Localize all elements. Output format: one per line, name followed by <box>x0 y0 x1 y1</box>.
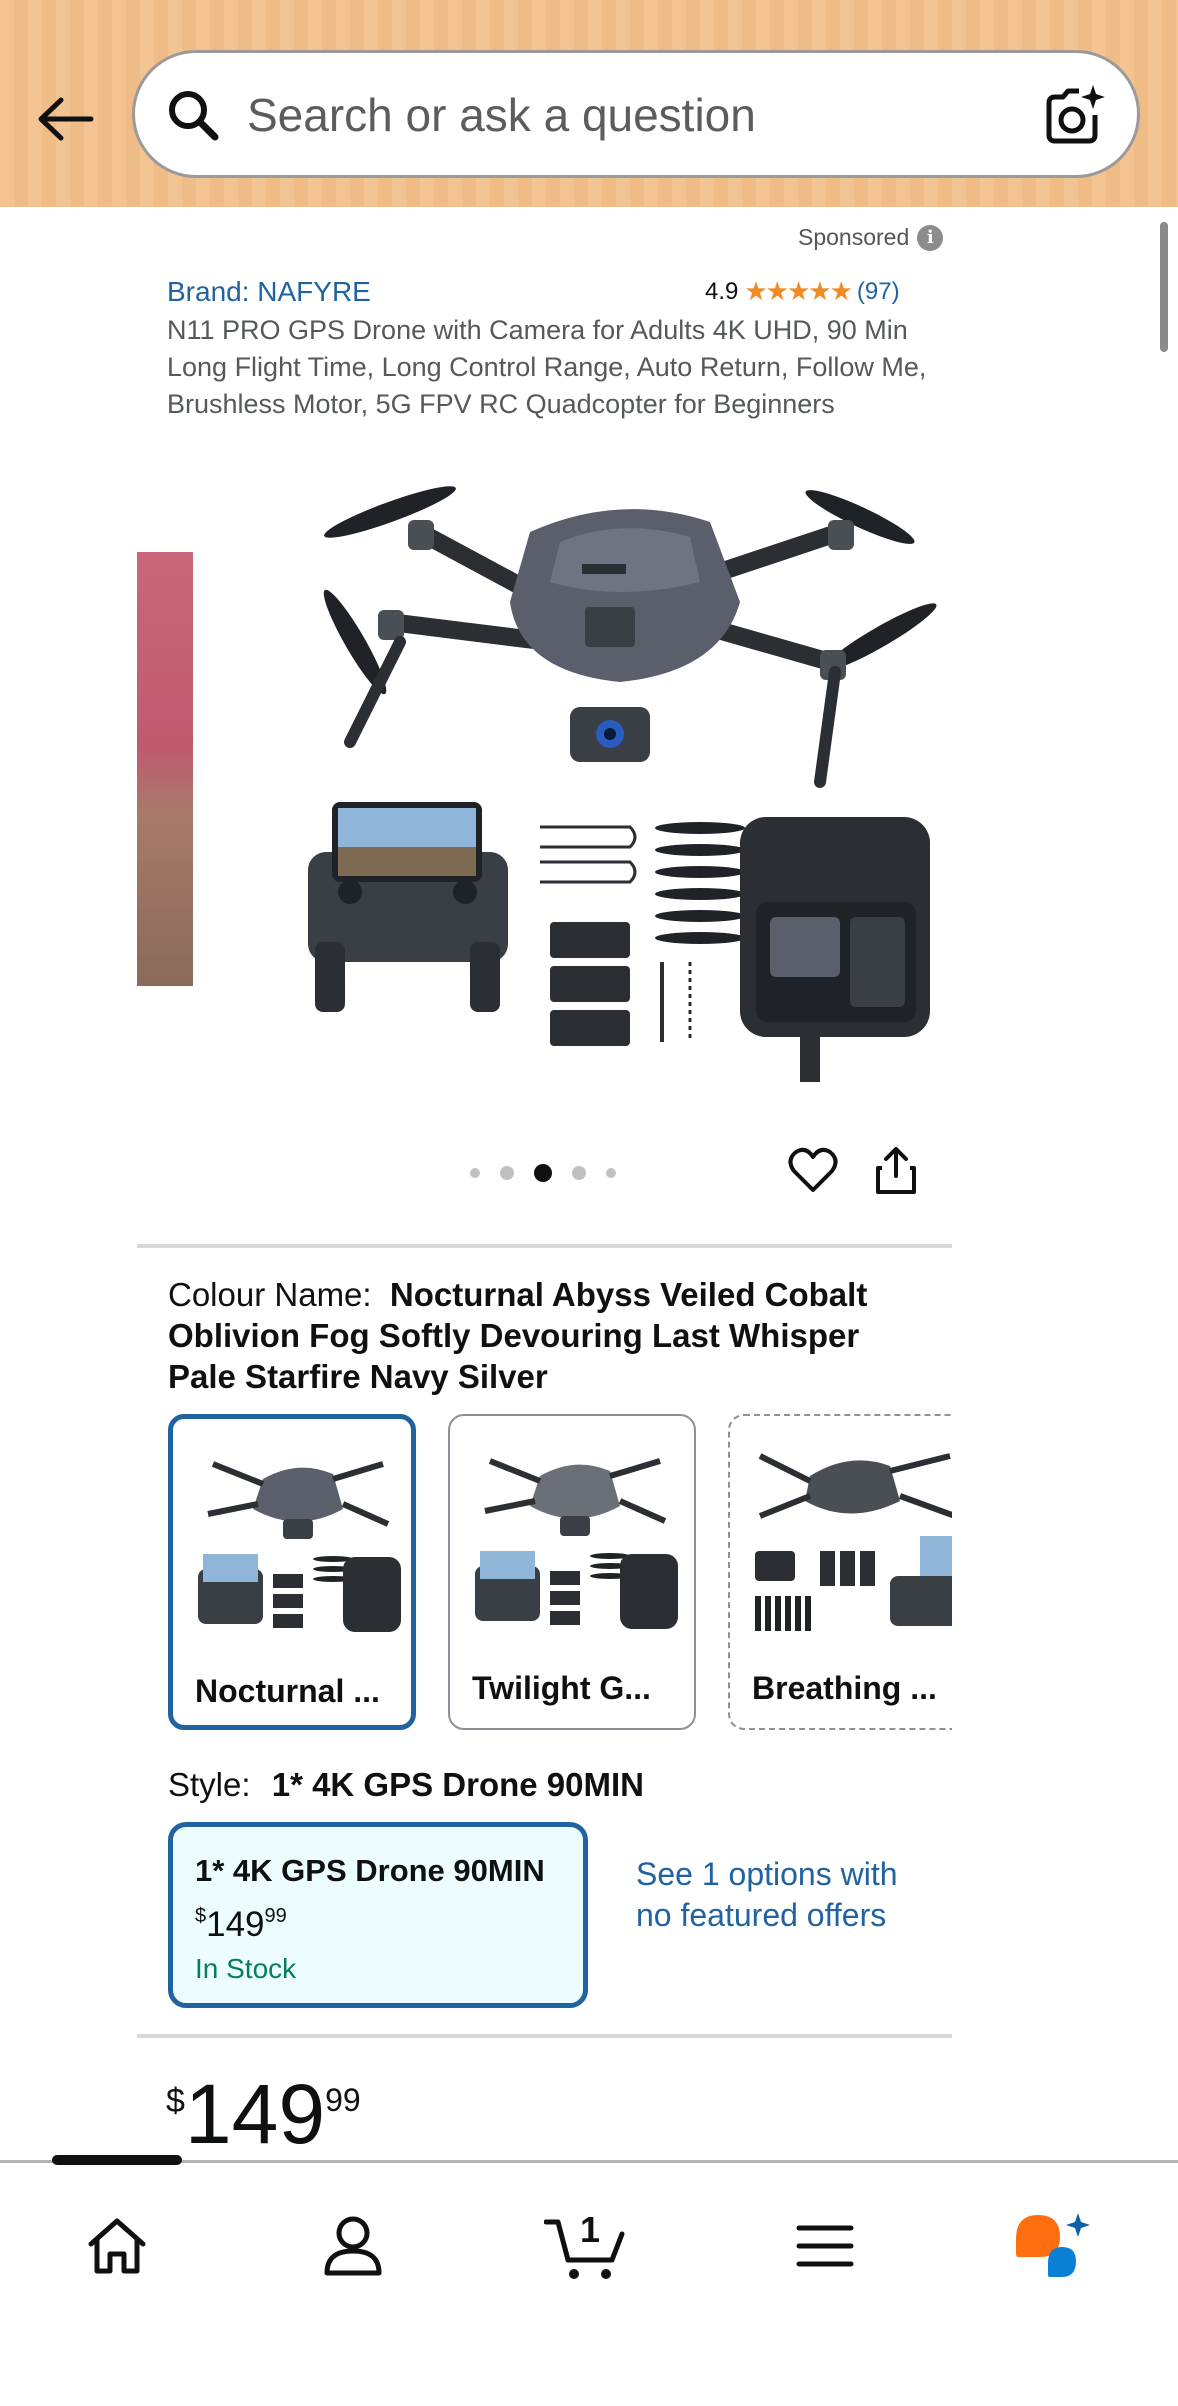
price-whole: 149 <box>184 2067 326 2161</box>
previous-image-peek[interactable] <box>137 552 193 986</box>
wishlist-heart-icon[interactable] <box>788 1146 838 1194</box>
style-option-selected[interactable]: 1* 4K GPS Drone 90MIN $14999 In Stock <box>168 1822 588 2008</box>
search-input[interactable] <box>247 83 1027 147</box>
rating-value: 4.9 <box>705 277 739 305</box>
main-price: $ 149 99 <box>166 2066 361 2162</box>
nav-home[interactable] <box>72 2201 162 2291</box>
swatch-thumbnail <box>475 1458 678 1629</box>
see-options-link[interactable]: See 1 options with no featured offers <box>636 1854 926 1936</box>
swatch-label: Breathing ... <box>752 1670 937 1706</box>
style-option-price: $14999 <box>195 1905 287 1945</box>
nav-rufus-assistant[interactable] <box>1008 2201 1098 2291</box>
section-divider <box>137 2034 952 2038</box>
carousel-dot[interactable] <box>500 1166 514 1180</box>
style-heading: Style: 1* 4K GPS Drone 90MIN <box>168 1766 644 1804</box>
swatch-thumbnail <box>755 1453 952 1631</box>
nav-menu[interactable] <box>780 2201 870 2291</box>
price-currency: $ <box>166 2082 185 2120</box>
colour-swatch-twilight[interactable]: Twilight G... <box>448 1414 696 1730</box>
price-currency: $ <box>195 1905 207 1927</box>
star-rating-icon: ★★★★★ <box>744 276 853 306</box>
info-icon[interactable]: i <box>917 224 944 251</box>
colour-swatch-breathing[interactable]: Breathing ... <box>728 1414 952 1730</box>
brand-link[interactable]: Brand: NAFYRE <box>167 276 371 308</box>
image-carousel-dots[interactable] <box>470 1164 616 1182</box>
swatch-label: Nocturnal ... <box>195 1673 380 1709</box>
product-title[interactable]: N11 PRO GPS Drone with Camera for Adults… <box>167 312 927 423</box>
account-icon <box>324 2216 382 2276</box>
price-fraction: 99 <box>264 1905 287 1927</box>
style-label: Style: <box>168 1766 251 1803</box>
active-tab-indicator <box>52 2155 182 2165</box>
price-whole: 149 <box>206 1905 265 1944</box>
rating-summary[interactable]: 4.9 ★★★★★ (97) <box>705 276 900 307</box>
colour-name-heading: Colour Name: Nocturnal Abyss Veiled Coba… <box>168 1274 928 1397</box>
home-icon <box>88 2218 146 2274</box>
colour-swatch-nocturnal[interactable]: Nocturnal ... <box>168 1414 416 1730</box>
style-value: 1* 4K GPS Drone 90MIN <box>271 1766 644 1803</box>
nav-account[interactable] <box>308 2201 398 2291</box>
bottom-navigation: 1 <box>0 2155 1178 2406</box>
rating-count[interactable]: (97) <box>857 278 900 306</box>
style-option-title: 1* 4K GPS Drone 90MIN <box>195 1853 545 1888</box>
back-arrow-icon <box>38 97 94 141</box>
camera-search-icon[interactable] <box>1041 83 1107 149</box>
carousel-dot[interactable] <box>470 1168 480 1178</box>
back-button[interactable] <box>30 84 100 154</box>
colour-label: Colour Name: <box>168 1276 372 1313</box>
stock-status: In Stock <box>195 1953 297 1984</box>
price-fraction: 99 <box>325 2082 361 2118</box>
search-bar[interactable] <box>132 50 1140 178</box>
cart-icon: 1 <box>544 2209 625 2279</box>
top-search-header <box>0 0 1178 207</box>
sponsored-text: Sponsored <box>798 224 910 250</box>
share-icon[interactable] <box>874 1146 918 1196</box>
nav-cart[interactable]: 1 <box>542 2201 632 2291</box>
product-image[interactable] <box>300 472 940 1092</box>
cart-count: 1 <box>580 2209 600 2250</box>
menu-icon <box>796 2225 854 2267</box>
sponsored-label[interactable]: Sponsored i <box>798 224 944 251</box>
swatch-thumbnail <box>198 1461 401 1632</box>
colour-swatch-list[interactable]: Nocturnal ... Twilight G... Breathing ..… <box>168 1414 952 1734</box>
section-divider <box>137 1244 952 1248</box>
swatch-label: Twilight G... <box>472 1670 651 1706</box>
carousel-dot[interactable] <box>606 1168 616 1178</box>
page-scrollbar[interactable] <box>1160 222 1168 352</box>
search-icon <box>169 91 219 141</box>
carousel-dot-active[interactable] <box>534 1164 552 1182</box>
rufus-assistant-icon <box>1016 2213 1090 2277</box>
carousel-dot[interactable] <box>572 1166 586 1180</box>
